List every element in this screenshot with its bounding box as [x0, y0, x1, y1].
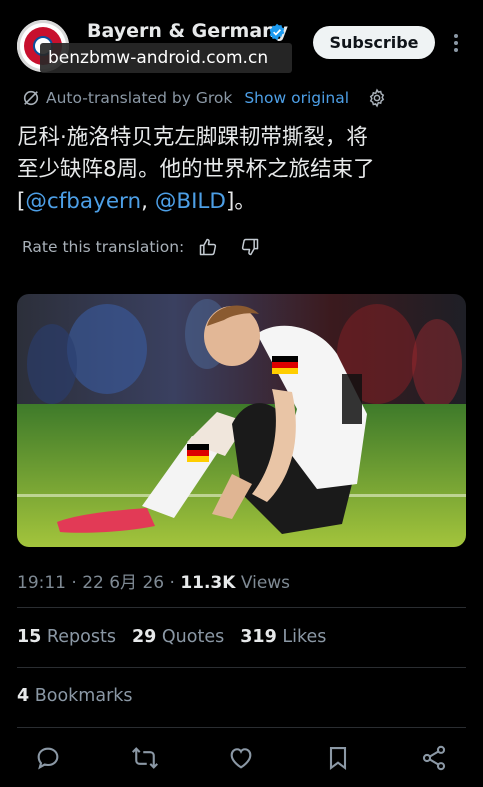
translation-label: Auto-translated by Grok [46, 89, 233, 107]
likes-stat[interactable]: 319 Likes [240, 627, 326, 647]
divider [17, 727, 466, 728]
tweet-text: 尼科·施洛特贝克左脚踝韧带撕裂，将 至少缺阵8周。他的世界杯之旅结束了 [@cf… [17, 122, 465, 218]
mention-cfbayern[interactable]: @cfbayern [25, 189, 141, 214]
subscribe-button[interactable]: Subscribe [313, 26, 435, 59]
translation-notice: Auto-translated by Grok Show original [22, 87, 387, 109]
tweet-line: [@cfbayern, @BILD]。 [17, 189, 256, 214]
share-icon [422, 745, 446, 771]
reposts-stat[interactable]: 15 Reposts [17, 627, 116, 647]
more-vertical-icon[interactable] [450, 31, 462, 55]
divider [17, 667, 466, 668]
verified-badge-icon [269, 23, 285, 41]
reply-icon [37, 747, 59, 770]
share-button[interactable] [420, 744, 448, 772]
show-original-link[interactable]: Show original [244, 89, 349, 107]
rate-translation: Rate this translation: [22, 237, 260, 257]
rate-label: Rate this translation: [22, 238, 185, 256]
views-label: Views [235, 573, 291, 593]
tweet-line: 至少缺阵8周。他的世界杯之旅结束了 [17, 157, 375, 182]
quotes-stat[interactable]: 29 Quotes [132, 627, 224, 647]
heart-icon [230, 748, 252, 769]
engagement-stats: 15 Reposts 29 Quotes 319 Likes [17, 627, 326, 647]
tweet-photo[interactable] [17, 294, 466, 547]
watermark: benzbmw-android.com.cn [40, 43, 292, 73]
photo-football-player-icon [17, 294, 466, 547]
divider [17, 607, 466, 608]
bookmark-button[interactable] [324, 744, 352, 772]
repost-icon [132, 747, 158, 769]
repost-button[interactable] [131, 744, 159, 772]
gear-icon[interactable] [367, 88, 387, 108]
like-button[interactable] [227, 744, 255, 772]
thumbs-down-icon[interactable] [240, 237, 260, 257]
bookmark-icon [329, 747, 347, 771]
tweet-line: 尼科·施洛特贝克左脚踝韧带撕裂，将 [17, 125, 368, 150]
bookmarks-stat[interactable]: 4 Bookmarks [17, 686, 133, 706]
mention-bild[interactable]: @BILD [155, 189, 226, 214]
account-name[interactable]: Bayern & Germany [87, 20, 288, 42]
tweet-meta: 19:11 · 22 6月 26 · 11.3K Views [17, 568, 290, 593]
views-count: 11.3K [180, 573, 236, 593]
translate-slash-icon [23, 90, 39, 106]
reply-button[interactable] [34, 744, 62, 772]
timestamp[interactable]: 19:11 · 22 6月 26 · [17, 573, 180, 593]
thumbs-up-icon[interactable] [198, 237, 218, 257]
